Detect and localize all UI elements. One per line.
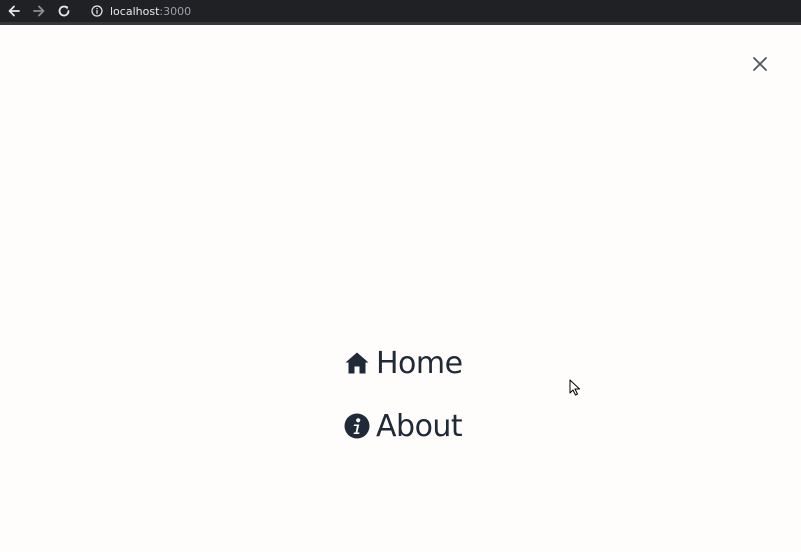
nav-menu: Home About: [343, 343, 543, 469]
info-circle-icon[interactable]: [90, 4, 104, 18]
menu-item-about[interactable]: About: [343, 406, 543, 446]
mouse-cursor-icon: [569, 379, 580, 396]
menu-item-home[interactable]: Home: [343, 343, 543, 383]
close-menu-button[interactable]: [749, 53, 771, 75]
info-circle-icon: [343, 412, 371, 440]
url-host: localhost: [110, 4, 160, 18]
arrow-left-icon: [8, 5, 20, 17]
arrow-right-icon: [33, 5, 45, 17]
home-icon: [343, 349, 371, 377]
page-content: Home About: [0, 25, 801, 552]
forward-button[interactable]: [30, 2, 48, 20]
back-button[interactable]: [5, 2, 23, 20]
address-bar[interactable]: localhost:3000: [82, 0, 801, 22]
url-text: localhost:3000: [110, 5, 191, 18]
menu-item-label: About: [376, 408, 463, 444]
menu-item-label: Home: [376, 345, 463, 381]
reload-button[interactable]: [55, 2, 73, 20]
url-port: :3000: [159, 4, 192, 18]
close-icon: [753, 57, 767, 71]
reload-icon: [58, 5, 70, 17]
browser-toolbar: localhost:3000: [0, 0, 801, 25]
